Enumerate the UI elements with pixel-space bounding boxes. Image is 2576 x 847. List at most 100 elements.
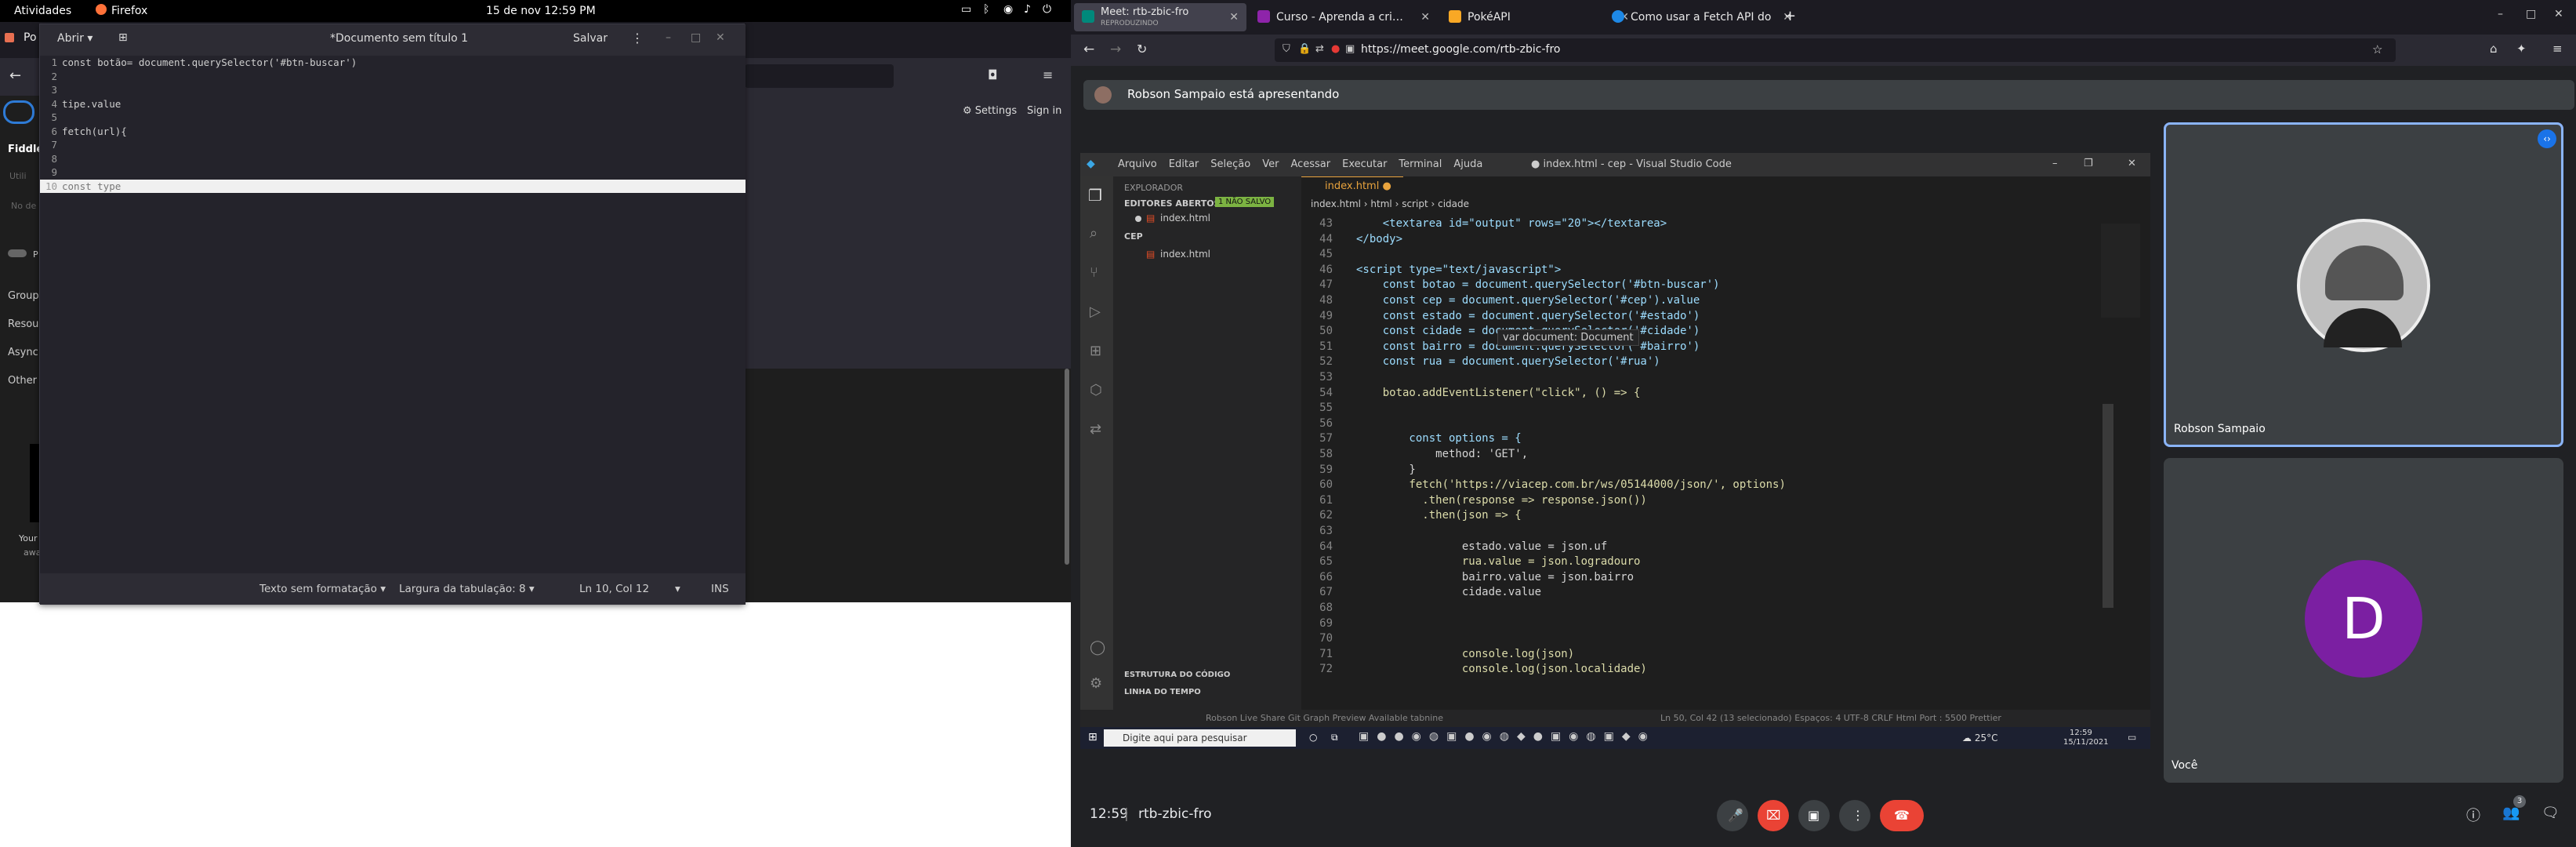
- url-text[interactable]: https://meet.google.com/rtb-zbic-fro: [1361, 43, 1560, 56]
- code-line[interactable]: 70: [1301, 631, 2150, 646]
- remote-icon[interactable]: ⬡: [1090, 382, 1102, 398]
- insert-mode[interactable]: INS: [711, 583, 729, 595]
- code-line[interactable]: 64 estado.value = json.uf: [1301, 539, 2150, 554]
- code-line[interactable]: 65 rua.value = json.logradouro: [1301, 554, 2150, 569]
- code-line[interactable]: 59 }: [1301, 462, 2150, 478]
- leave-call-button[interactable]: ☎: [1880, 800, 1924, 831]
- menu-item[interactable]: Executar: [1342, 158, 1387, 170]
- code-line[interactable]: 66 bairro.value = json.bairro: [1301, 569, 2150, 585]
- account-icon[interactable]: ◯: [1090, 639, 1105, 656]
- mic-indicator-icon[interactable]: ●: [1331, 43, 1340, 55]
- lock-icon[interactable]: 🔒: [1298, 43, 1311, 55]
- wifi-icon[interactable]: ◉: [1003, 3, 1013, 16]
- nav-item-resources[interactable]: Resou: [8, 318, 38, 330]
- close-tab-icon[interactable]: ✕: [1420, 3, 1430, 31]
- permissions-icon[interactable]: ⇄: [1315, 43, 1324, 55]
- code-line[interactable]: 53: [1301, 369, 2150, 385]
- presenter-tile[interactable]: ‹› Robson Sampaio: [2164, 122, 2563, 447]
- menu-icon[interactable]: ≡: [1043, 67, 1053, 82]
- cursor-position[interactable]: Ln 10, Col 12: [579, 583, 649, 595]
- timeline-section[interactable]: LINHA DO TEMPO: [1124, 688, 1201, 696]
- window-close-icon[interactable]: ✕: [2554, 8, 2563, 20]
- code-line[interactable]: 48 const cep = document.querySelector('#…: [1301, 293, 2150, 308]
- code-line[interactable]: 45: [1301, 246, 2150, 262]
- nav-item-async[interactable]: Async: [8, 347, 38, 358]
- clock[interactable]: 15 de nov 12:59 PM: [486, 5, 596, 17]
- info-icon[interactable]: ⓘ: [2466, 805, 2480, 825]
- code-line[interactable]: 71 console.log(json): [1301, 646, 2150, 662]
- settings-link[interactable]: ⚙ Settings: [963, 105, 1017, 117]
- editor-tab[interactable]: index.html ●: [1301, 176, 1403, 195]
- back-icon[interactable]: ←: [9, 67, 21, 84]
- signin-link[interactable]: Sign in: [1027, 105, 1061, 117]
- gedit-text-editor[interactable]: 1 const botão= document.querySelector('#b…: [40, 56, 746, 573]
- code-line[interactable]: 67 cidade.value: [1301, 584, 2150, 600]
- breadcrumb-item[interactable]: html: [1370, 198, 1391, 209]
- close-tab-icon[interactable]: ✕: [1229, 3, 1239, 31]
- menu-item[interactable]: Terminal: [1399, 158, 1442, 170]
- search-icon[interactable]: ⌕: [1090, 225, 1098, 242]
- close-icon[interactable]: ✕: [716, 31, 725, 44]
- minimize-icon[interactable]: –: [666, 31, 671, 44]
- breadcrumb-item[interactable]: script: [1402, 198, 1428, 209]
- editor-line[interactable]: 5: [40, 111, 746, 125]
- editor-line[interactable]: 4 tipe.value: [40, 97, 746, 111]
- self-tile[interactable]: D Você: [2164, 458, 2563, 783]
- code-line[interactable]: 68: [1301, 600, 2150, 616]
- editor-line[interactable]: 10 const type: [40, 179, 746, 193]
- reload-icon[interactable]: ↻: [1137, 42, 1147, 56]
- source-control-icon[interactable]: ⑂: [1090, 264, 1098, 281]
- extensions-puzzle-icon[interactable]: ✦: [2516, 42, 2527, 56]
- code-line[interactable]: 43 <textarea id="output" rows="20"></tex…: [1301, 216, 2150, 231]
- code-line[interactable]: 69: [1301, 616, 2150, 631]
- bluetooth-icon[interactable]: ᛒ: [983, 3, 989, 16]
- code-line[interactable]: 51 const bairro = document.querySelector…: [1301, 339, 2150, 354]
- tab-curso[interactable]: Curso - Aprenda a criar u ✕: [1250, 3, 1438, 31]
- back-icon[interactable]: ←: [1083, 42, 1094, 57]
- kebab-menu-icon[interactable]: ⋮: [631, 31, 644, 45]
- bookmark-star-icon[interactable]: ☆: [2372, 42, 2382, 56]
- pocket-icon[interactable]: ◘: [988, 67, 998, 82]
- position-chevron-icon[interactable]: ▾: [675, 583, 680, 595]
- tab-fetch[interactable]: Como usar a Fetch API do ✕: [1604, 3, 1800, 31]
- activities-button[interactable]: Atividades: [14, 5, 71, 17]
- editor-line[interactable]: 2: [40, 70, 746, 84]
- menu-item[interactable]: Arquivo: [1118, 158, 1157, 170]
- task-view-icon[interactable]: ⧉: [1331, 732, 1338, 743]
- editor-line[interactable]: 9: [40, 165, 746, 180]
- present-button[interactable]: ▣: [1798, 800, 1830, 831]
- code-line[interactable]: 44 </body>: [1301, 231, 2150, 247]
- menu-item[interactable]: Acessar: [1290, 158, 1330, 170]
- code-line[interactable]: 47 const botao = document.querySelector(…: [1301, 277, 2150, 293]
- format-selector[interactable]: Texto sem formatação ▾: [259, 583, 386, 595]
- app-menu-icon[interactable]: ≡: [2552, 42, 2563, 56]
- menu-item[interactable]: Ver: [1262, 158, 1279, 170]
- code-line[interactable]: 63: [1301, 523, 2150, 539]
- menu-item[interactable]: Editar: [1169, 158, 1199, 170]
- code-line[interactable]: 56: [1301, 416, 2150, 431]
- vs-restore-icon[interactable]: ❐: [2084, 158, 2093, 169]
- taskbar-apps-icon[interactable]: ▣●●◉◍▣●◉◍◆●▣◉◍▣◆◉: [1359, 730, 1656, 743]
- camera-indicator-icon[interactable]: ▣: [1345, 43, 1355, 55]
- code-line[interactable]: 52 const rua = document.querySelector('#…: [1301, 354, 2150, 369]
- editor-line[interactable]: 7: [40, 138, 746, 152]
- outline-section[interactable]: ESTRUTURA DO CÓDIGO: [1124, 671, 1230, 679]
- editor-line[interactable]: 1 const botão= document.querySelector('#b…: [40, 56, 746, 70]
- code-line[interactable]: 46 <script type="text/javascript">: [1301, 262, 2150, 278]
- power-icon[interactable]: ⏻: [1043, 3, 1051, 16]
- shield-icon[interactable]: ⛉: [1283, 43, 1290, 55]
- code-line[interactable]: 54 botao.addEventListener("click", () =>…: [1301, 385, 2150, 401]
- mic-button[interactable]: 🎤: [1717, 800, 1748, 831]
- minimap[interactable]: [2101, 224, 2140, 318]
- url-bar[interactable]: ⛉ 🔒 ⇄ ● ▣ https://meet.google.com/rtb-zb…: [1275, 38, 2396, 62]
- editor-line[interactable]: 8: [40, 152, 746, 166]
- code-line[interactable]: 55: [1301, 400, 2150, 416]
- save-button[interactable]: Salvar: [573, 32, 608, 45]
- screen-icon[interactable]: ▭: [961, 3, 971, 16]
- manage-gear-icon[interactable]: ⚙: [1090, 675, 1102, 692]
- code-line[interactable]: 62 .then(json => {: [1301, 507, 2150, 523]
- vs-close-icon[interactable]: ✕: [2128, 158, 2136, 169]
- tree-file-index[interactable]: index.html: [1160, 249, 1210, 260]
- background-tab-label[interactable]: Po: [24, 31, 37, 44]
- tab-width-selector[interactable]: Largura da tabulação: 8 ▾: [399, 583, 535, 595]
